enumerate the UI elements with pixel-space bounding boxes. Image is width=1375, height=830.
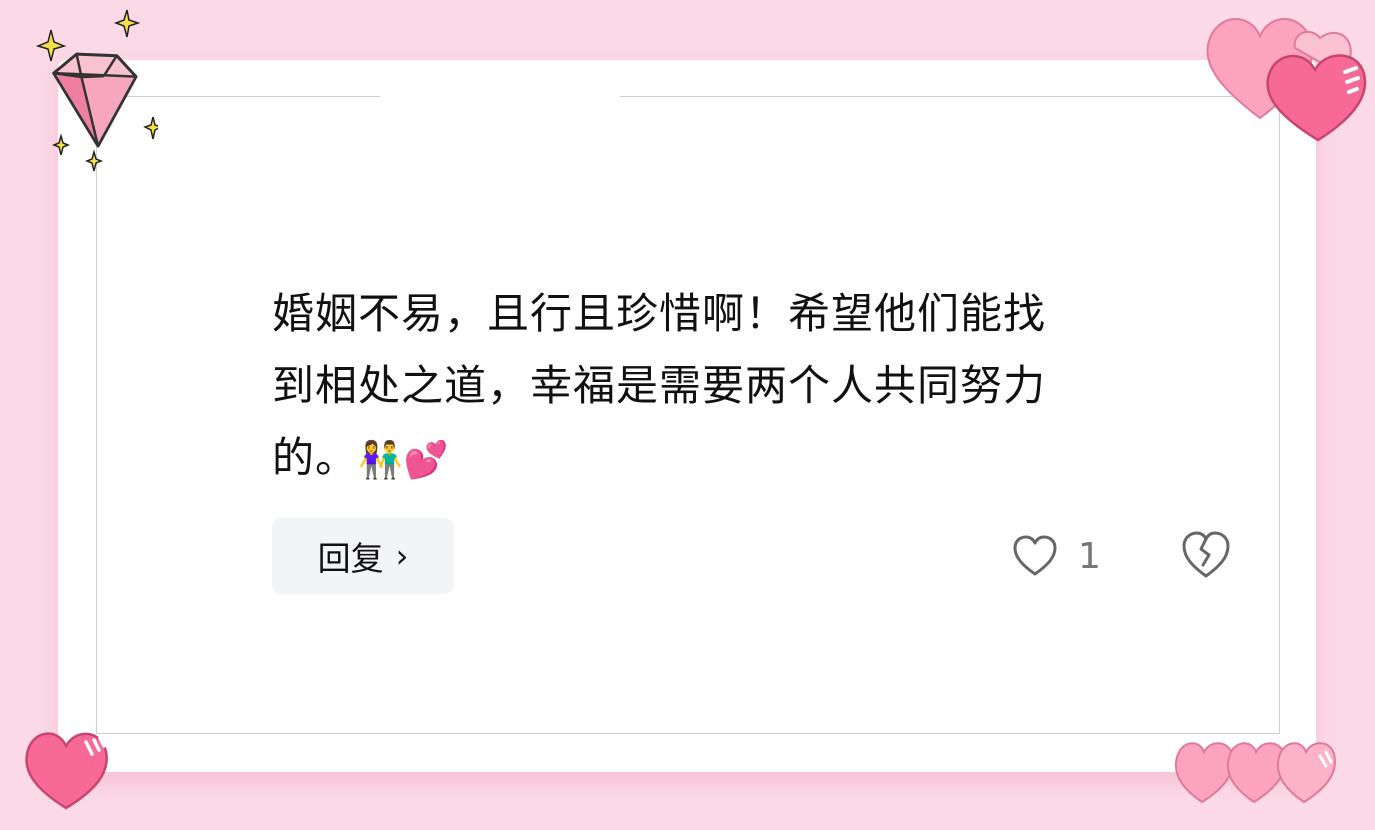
- comment-line-1: 婚姻不易，且行且珍惜啊！希望他们能找: [272, 289, 1047, 338]
- broken-heart-icon[interactable]: [1180, 530, 1232, 580]
- like-count: 1: [1078, 535, 1101, 577]
- hearts-icon: [1206, 18, 1367, 142]
- reply-button[interactable]: 回复 ›: [272, 518, 454, 594]
- border-gap-top: [380, 94, 620, 100]
- heart-outline-icon: [1013, 535, 1057, 576]
- couple-emoji: 👫: [358, 440, 404, 481]
- comment-line-2: 到相处之道，幸福是需要两个人共同努力: [272, 361, 1047, 410]
- comment-line-3: 的。: [272, 433, 359, 482]
- hearts-icon: [1174, 742, 1336, 804]
- reply-label: 回复: [317, 539, 384, 578]
- diamond-gem-icon: [35, 9, 158, 172]
- comment-text: 婚姻不易，且行且珍惜啊！希望他们能找 到相处之道，幸福是需要两个人共同努力 的。…: [272, 278, 1222, 497]
- heart-icon: [25, 732, 108, 810]
- chevron-right-icon: ›: [395, 537, 409, 575]
- like-button[interactable]: 1: [1012, 528, 1101, 584]
- hearts-emoji: 💕: [403, 440, 450, 481]
